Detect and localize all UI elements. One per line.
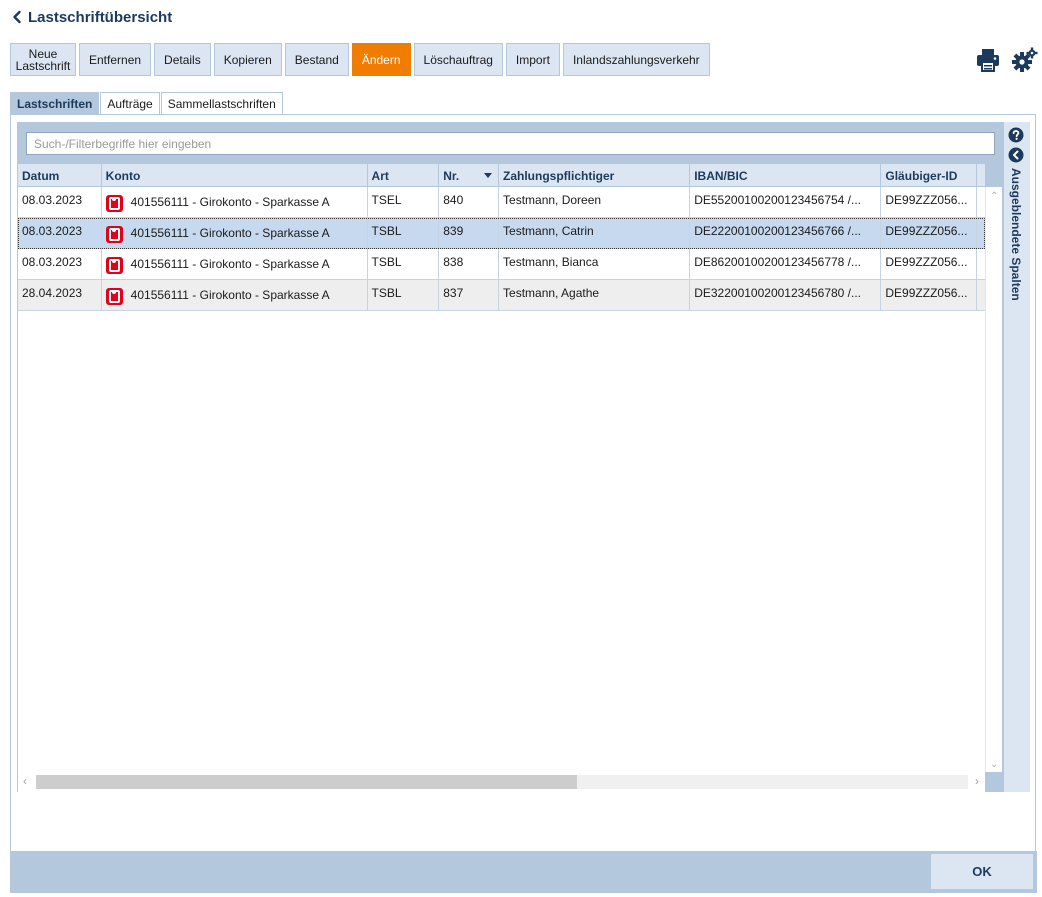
tab-bar: Lastschriften Aufträge Sammellastschrift… — [10, 92, 283, 114]
inventory-button[interactable]: Bestand — [284, 43, 349, 76]
table-row[interactable]: 08.03.2023 401556111 - Girokonto - Spark… — [18, 249, 985, 280]
cell-nr: 840 — [439, 187, 500, 217]
tab-direct-debits[interactable]: Lastschriften — [10, 92, 100, 114]
cell-konto: 401556111 - Girokonto - Sparkasse A — [102, 249, 368, 279]
chevron-left-circle-icon[interactable] — [1008, 147, 1024, 163]
cell-nr: 838 — [439, 249, 500, 279]
table-row[interactable]: 28.04.2023 401556111 - Girokonto - Spark… — [18, 280, 985, 311]
cell-filler — [977, 249, 985, 279]
cell-payer: Testmann, Bianca — [499, 249, 691, 279]
table-header: Datum Konto Art Nr. Zahlungspflichtiger … — [18, 164, 985, 187]
ok-button[interactable]: OK — [930, 853, 1034, 890]
cell-art: TSBL — [368, 218, 440, 248]
details-button[interactable]: Details — [154, 43, 211, 76]
cell-iban: DE22200100200123456766 /... — [690, 218, 882, 248]
cell-filler — [977, 280, 985, 310]
horizontal-scrollbar[interactable]: ‹ › — [18, 772, 985, 791]
cell-nr: 837 — [439, 280, 500, 310]
column-header-datum[interactable]: Datum — [18, 164, 102, 187]
column-header-konto[interactable]: Konto — [102, 164, 368, 187]
cell-datum: 08.03.2023 — [18, 249, 102, 279]
hidden-columns-toggle[interactable]: Ausgeblendete Spalten — [1009, 168, 1023, 301]
help-icon[interactable] — [1008, 127, 1024, 143]
delete-order-button[interactable]: Löschauftrag — [413, 43, 503, 76]
cell-creditor-id: DE99ZZZ056... — [881, 280, 977, 310]
scroll-right-icon[interactable]: › — [975, 774, 979, 788]
new-direct-debit-button[interactable]: Neue Lastschrift — [10, 43, 76, 76]
table-row[interactable]: 08.03.2023 401556111 - Girokonto - Spark… — [18, 187, 985, 218]
cell-filler — [977, 187, 985, 217]
cell-konto: 401556111 - Girokonto - Sparkasse A — [102, 280, 368, 310]
cell-iban: DE86200100200123456778 /... — [690, 249, 882, 279]
footer-bar — [10, 851, 1037, 893]
column-header-nr[interactable]: Nr. — [439, 164, 500, 187]
scroll-left-icon[interactable]: ‹ — [23, 774, 27, 788]
column-header-payer[interactable]: Zahlungspflichtiger — [499, 164, 691, 187]
search-wrap — [26, 132, 995, 155]
title-bar: Lastschriftübersicht — [10, 6, 172, 28]
cell-payer: Testmann, Agathe — [499, 280, 691, 310]
cell-konto: 401556111 - Girokonto - Sparkasse A — [102, 187, 368, 217]
cell-konto-text: 401556111 - Girokonto - Sparkasse A — [130, 288, 330, 302]
cell-konto-text: 401556111 - Girokonto - Sparkasse A — [130, 226, 330, 240]
cell-datum: 28.04.2023 — [18, 280, 102, 310]
cell-payer: Testmann, Doreen — [499, 187, 691, 217]
column-header-art[interactable]: Art — [368, 164, 440, 187]
cell-datum: 08.03.2023 — [18, 218, 102, 248]
cell-konto-text: 401556111 - Girokonto - Sparkasse A — [130, 195, 330, 209]
chevron-left-icon[interactable] — [10, 10, 24, 24]
cell-filler — [977, 218, 985, 248]
tab-orders[interactable]: Aufträge — [100, 92, 160, 114]
copy-button[interactable]: Kopieren — [213, 43, 282, 76]
cell-nr: 839 — [439, 218, 500, 248]
cell-iban: DE32200100200123456780 /... — [690, 280, 882, 310]
search-input[interactable] — [26, 132, 995, 155]
cell-creditor-id: DE99ZZZ056... — [881, 218, 977, 248]
toolbar: Neue Lastschrift Entfernen Details Kopie… — [10, 43, 710, 76]
sparkasse-icon — [105, 194, 123, 212]
cell-art: TSBL — [368, 280, 440, 310]
scroll-up-icon[interactable]: ⌃ — [990, 191, 998, 202]
cell-konto: 401556111 - Girokonto - Sparkasse A — [102, 218, 368, 248]
sort-descending-icon — [484, 173, 493, 178]
cell-art: TSBL — [368, 249, 440, 279]
column-header-nr-label: Nr. — [443, 168, 460, 183]
cell-creditor-id: DE99ZZZ056... — [881, 249, 977, 279]
domestic-payments-button[interactable]: Inlandszahlungsverkehr — [562, 43, 710, 76]
sparkasse-icon — [105, 225, 123, 243]
horizontal-scroll-thumb[interactable] — [36, 775, 577, 789]
column-header-iban[interactable]: IBAN/BIC — [690, 164, 882, 187]
table-row[interactable]: 08.03.2023 401556111 - Girokonto - Spark… — [18, 218, 985, 249]
cell-iban: DE55200100200123456754 /... — [690, 187, 882, 217]
direct-debit-table: Datum Konto Art Nr. Zahlungspflichtiger … — [18, 164, 985, 792]
cell-art: TSEL — [368, 187, 440, 217]
tab-collective-debits[interactable]: Sammellastschriften — [160, 92, 283, 114]
cell-datum: 08.03.2023 — [18, 187, 102, 217]
cell-creditor-id: DE99ZZZ056... — [881, 187, 977, 217]
remove-button[interactable]: Entfernen — [79, 43, 152, 76]
sparkasse-icon — [105, 287, 123, 305]
vertical-scrollbar[interactable]: ⌃ ⌄ — [985, 187, 1002, 772]
edit-button[interactable]: Ändern — [351, 43, 411, 76]
column-header-filler — [977, 164, 985, 187]
print-icon[interactable] — [975, 47, 1001, 73]
cell-konto-text: 401556111 - Girokonto - Sparkasse A — [130, 257, 330, 271]
import-button[interactable]: Import — [505, 43, 560, 76]
sparkasse-icon — [105, 256, 123, 274]
cell-payer: Testmann, Catrin — [499, 218, 691, 248]
page-title: Lastschriftübersicht — [28, 8, 173, 26]
settings-icon[interactable] — [1011, 46, 1039, 74]
column-header-creditor-id[interactable]: Gläubiger-ID — [881, 164, 977, 187]
scroll-down-icon[interactable]: ⌄ — [990, 759, 998, 770]
